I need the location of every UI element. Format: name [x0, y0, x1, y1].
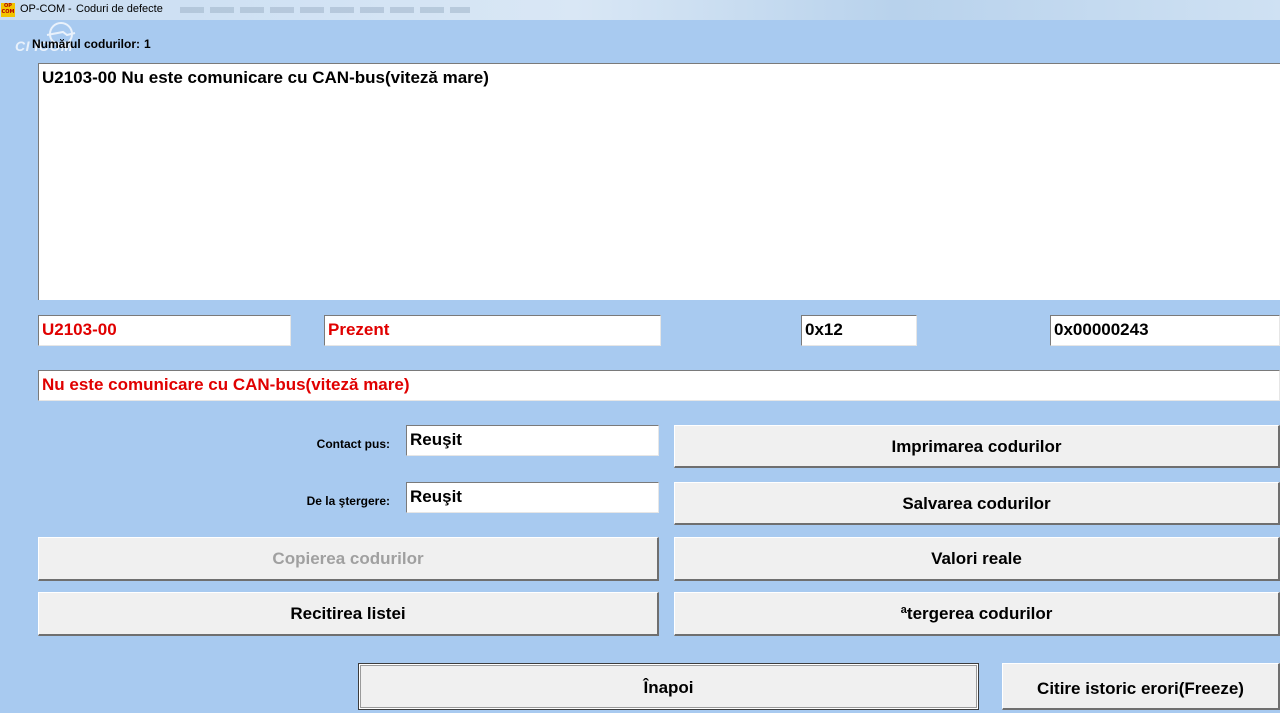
contact-label: Contact pus: [316, 437, 390, 451]
code-count-value: 1 [144, 37, 151, 51]
code-field[interactable]: U2103-00 [38, 315, 291, 346]
window-title: Coduri de defecte [76, 3, 163, 15]
freeze-history-button[interactable]: Citire istoric erori(Freeze) [1002, 663, 1280, 710]
delete-result-field[interactable]: Reuşit [406, 482, 659, 513]
description-field[interactable]: Nu este comunicare cu CAN-bus(viteză mar… [38, 370, 1280, 401]
code-count-label: Numărul codurilor: [32, 37, 141, 51]
back-button[interactable]: Înapoi [358, 663, 979, 710]
real-values-button[interactable]: Valori reale [674, 537, 1280, 581]
hex-field-1[interactable]: 0x12 [801, 315, 917, 346]
hex-field-2[interactable]: 0x00000243 [1050, 315, 1280, 346]
title-bar[interactable]: OP COM OP-COM - Coduri de defecte [0, 0, 1280, 20]
delete-label: De la ştergere: [306, 494, 390, 508]
reread-list-button[interactable]: Recitirea listei [38, 592, 659, 636]
contact-result-field[interactable]: Reuşit [406, 425, 659, 456]
opcom-app-icon: OP COM [1, 3, 15, 17]
copy-codes-button[interactable]: Copierea codurilor [38, 537, 659, 581]
code-count: Numărul codurilor: 1 [32, 37, 155, 51]
codes-list-item[interactable]: U2103-00 Nu este comunicare cu CAN-bus(v… [42, 68, 489, 88]
print-codes-button[interactable]: Imprimarea codurilor [674, 425, 1280, 468]
title-blurred-region [180, 7, 470, 13]
status-field[interactable]: Prezent [324, 315, 661, 346]
icon-text-bottom: COM [1, 9, 15, 15]
window-title-separator: - [68, 3, 72, 15]
window-app-name: OP-COM [20, 3, 66, 15]
codes-list[interactable]: U2103-00 Nu este comunicare cu CAN-bus(v… [38, 63, 1280, 300]
delete-codes-button[interactable]: ªtergerea codurilor [674, 592, 1280, 636]
save-codes-button[interactable]: Salvarea codurilor [674, 482, 1280, 525]
